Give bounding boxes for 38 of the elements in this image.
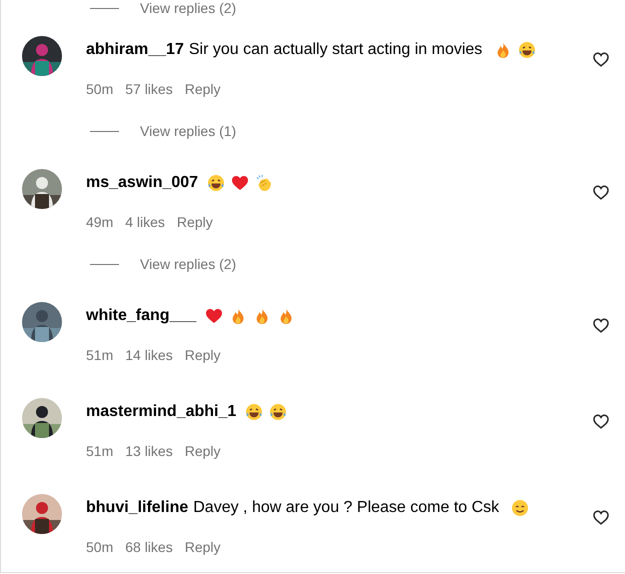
likes-count[interactable]: 14 likes <box>125 347 173 363</box>
view-replies-link[interactable]: View replies (2) <box>140 256 236 272</box>
heart-outline-icon[interactable] <box>593 52 609 67</box>
username-link[interactable]: mastermind_abhi_1 <box>86 403 236 421</box>
reply-button[interactable]: Reply <box>184 443 220 459</box>
laughing-face-icon <box>245 403 264 421</box>
heart-outline-icon[interactable] <box>593 185 609 200</box>
smiling-face-icon <box>511 499 530 517</box>
comment-time: 51m <box>86 443 114 459</box>
reply-button[interactable]: Reply <box>184 347 220 363</box>
comment-time: 51m <box>86 347 114 363</box>
username-link[interactable]: ms_aswin_007 <box>86 174 198 192</box>
heart-icon <box>231 174 250 192</box>
clapping-hands-icon <box>255 174 274 192</box>
comment-text: Sir you can actually start acting in movies <box>188 41 482 59</box>
likes-count[interactable]: 68 likes <box>125 539 173 555</box>
username-link[interactable]: bhuvi_lifeline <box>86 499 188 517</box>
comment-time: 49m <box>86 214 114 230</box>
likes-count[interactable]: 4 likes <box>125 214 165 230</box>
view-replies-link[interactable]: View replies (2) <box>140 0 236 16</box>
heart-outline-icon[interactable] <box>593 318 609 333</box>
heart-icon <box>205 307 224 325</box>
laughing-face-icon <box>269 403 288 421</box>
comment-text: Davey , how are you ? Please come to Csk <box>193 499 500 517</box>
reply-button[interactable]: Reply <box>184 539 220 555</box>
view-replies-link[interactable]: View replies (1) <box>140 123 236 139</box>
laughing-face-icon <box>207 174 226 192</box>
likes-count[interactable]: 13 likes <box>125 443 173 459</box>
reply-button[interactable]: Reply <box>176 214 213 230</box>
comment-time: 50m <box>86 539 114 555</box>
username-link[interactable]: white_fang___ <box>86 307 196 325</box>
likes-count[interactable]: 57 likes <box>125 81 173 97</box>
reply-button[interactable]: Reply <box>184 81 220 97</box>
username-link[interactable]: abhiram__17 <box>86 41 184 59</box>
heart-outline-icon[interactable] <box>593 414 609 429</box>
heart-outline-icon[interactable] <box>593 510 609 525</box>
comment-time: 50m <box>86 81 114 97</box>
laughing-face-icon <box>518 41 536 59</box>
